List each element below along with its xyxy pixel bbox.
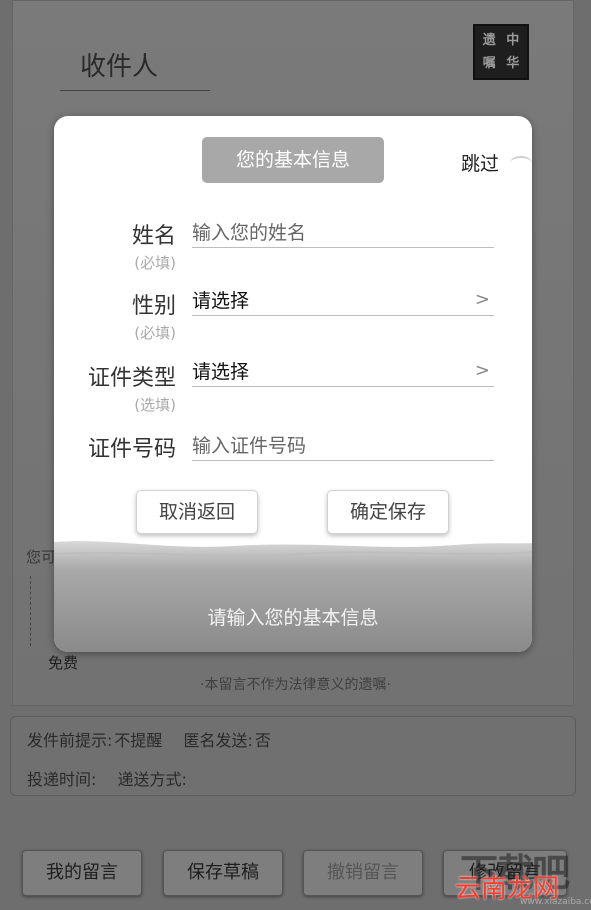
- confirm-save-button[interactable]: 确定保存: [327, 490, 449, 534]
- id-type-value: 请选择: [192, 360, 250, 383]
- chevron-right-icon: >: [474, 359, 490, 381]
- save-draft-button[interactable]: 保存草稿: [163, 850, 283, 896]
- gender-value: 请选择: [192, 289, 250, 312]
- skip-button[interactable]: 跳过: [461, 149, 499, 176]
- id-type-optional-hint: (选填): [134, 396, 176, 414]
- anonymous-value[interactable]: 否: [255, 731, 271, 750]
- settings-row-1: 发件前提示: 不提醒 匿名发送: 否: [27, 727, 287, 751]
- gender-label: 性别: [131, 294, 176, 319]
- id-number-label: 证件号码: [87, 437, 176, 462]
- name-placeholder: 输入您的姓名: [192, 221, 307, 244]
- seal-char: 遗: [482, 32, 496, 48]
- cancel-return-button[interactable]: 取消返回: [136, 490, 258, 534]
- watermark-url: www.xiazaiba.com: [520, 897, 591, 907]
- chevron-right-icon: >: [474, 288, 490, 310]
- reminder-value[interactable]: 不提醒: [114, 731, 162, 750]
- seal-char: 嘱: [482, 56, 496, 72]
- recipient-underline: [60, 90, 210, 91]
- id-number-placeholder: 输入证件号码: [192, 434, 307, 457]
- seal-logo: 遗 中 嘱 华: [473, 24, 529, 80]
- name-input[interactable]: 输入您的姓名: [192, 215, 494, 248]
- delivery-time-label[interactable]: 投递时间:: [27, 770, 96, 789]
- delivery-method-label[interactable]: 递送方式:: [118, 770, 187, 789]
- free-label: 免费: [48, 654, 79, 672]
- dialog-footer-wave: [54, 536, 532, 652]
- reminder-label: 发件前提示:: [27, 731, 113, 750]
- seal-char: 中: [506, 32, 520, 48]
- gender-select[interactable]: 请选择 >: [192, 283, 494, 316]
- skip-decoration: [510, 156, 532, 170]
- settings-row-2: 投递时间: 递送方式:: [27, 766, 203, 790]
- name-label: 姓名: [131, 224, 176, 249]
- recipient-label: 收件人: [80, 52, 159, 82]
- disclaimer-text: ·本留言不作为法律意义的遗嘱·: [200, 677, 391, 693]
- dialog-footer-text: 请输入您的基本信息: [207, 607, 379, 629]
- id-type-label: 证件类型: [87, 366, 176, 391]
- send-settings-card[interactable]: 发件前提示: 不提醒 匿名发送: 否 投递时间: 递送方式:: [10, 716, 576, 796]
- revoke-button[interactable]: 撤销留言: [303, 850, 423, 896]
- anonymous-label: 匿名发送:: [183, 731, 253, 750]
- basic-info-dialog: 您的基本信息 跳过 姓名 (必填) 输入您的姓名 性别 (必填) 请选择 > 证…: [54, 116, 532, 652]
- id-number-input[interactable]: 输入证件号码: [192, 428, 494, 461]
- name-required-hint: (必填): [134, 254, 176, 272]
- gender-required-hint: (必填): [134, 324, 176, 342]
- seal-char: 华: [506, 56, 520, 72]
- dialog-title: 您的基本信息: [202, 137, 384, 183]
- my-messages-button[interactable]: 我的留言: [22, 850, 142, 896]
- id-type-select[interactable]: 请选择 >: [192, 354, 494, 387]
- bg-partial-text: 您可: [26, 548, 57, 566]
